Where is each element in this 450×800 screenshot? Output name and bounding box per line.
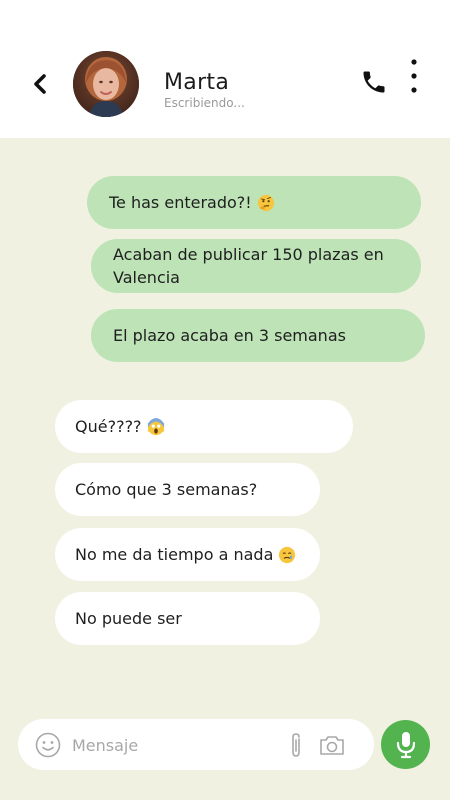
received-message[interactable]: No puede ser xyxy=(55,592,320,645)
camera-icon[interactable] xyxy=(318,733,346,757)
avatar[interactable] xyxy=(73,51,139,117)
message-text: Te has enterado?! xyxy=(109,193,252,212)
received-message[interactable]: No me da tiempo a nada xyxy=(55,528,320,581)
smiley-icon[interactable] xyxy=(35,732,61,758)
back-button[interactable] xyxy=(28,70,52,98)
message-text: El plazo acaba en 3 semanas xyxy=(113,326,346,345)
message-text: Qué???? xyxy=(75,417,142,436)
message-text: No puede ser xyxy=(75,609,182,628)
message-input[interactable] xyxy=(72,731,272,759)
message-text: Acaban de publicar 150 plazas en Valenci… xyxy=(113,245,384,287)
thinking-face-icon xyxy=(257,194,274,211)
received-message[interactable]: Qué???? xyxy=(55,400,353,453)
microphone-icon xyxy=(396,731,415,758)
message-composer xyxy=(18,719,374,770)
message-text: No me da tiempo a nada xyxy=(75,545,274,564)
phone-icon xyxy=(363,71,385,93)
message-text: Cómo que 3 semanas? xyxy=(75,480,258,499)
chevron-left-icon xyxy=(34,74,46,94)
more-vertical-icon xyxy=(411,59,417,93)
crying-face-icon xyxy=(279,546,296,563)
sent-message[interactable]: El plazo acaba en 3 semanas xyxy=(91,309,425,362)
call-button[interactable] xyxy=(360,68,388,96)
more-options-button[interactable] xyxy=(405,58,423,98)
screaming-face-icon xyxy=(147,417,165,435)
contact-name: Marta xyxy=(164,70,230,95)
chat-header: Marta Escribiendo... xyxy=(0,0,450,138)
received-message[interactable]: Cómo que 3 semanas? xyxy=(55,463,320,516)
paperclip-icon[interactable] xyxy=(288,731,304,759)
sent-message[interactable]: Te has enterado?! xyxy=(87,176,421,229)
sent-message[interactable]: Acaban de publicar 150 plazas en Valenci… xyxy=(91,239,421,293)
microphone-button[interactable] xyxy=(381,720,430,769)
typing-status: Escribiendo... xyxy=(164,96,245,110)
